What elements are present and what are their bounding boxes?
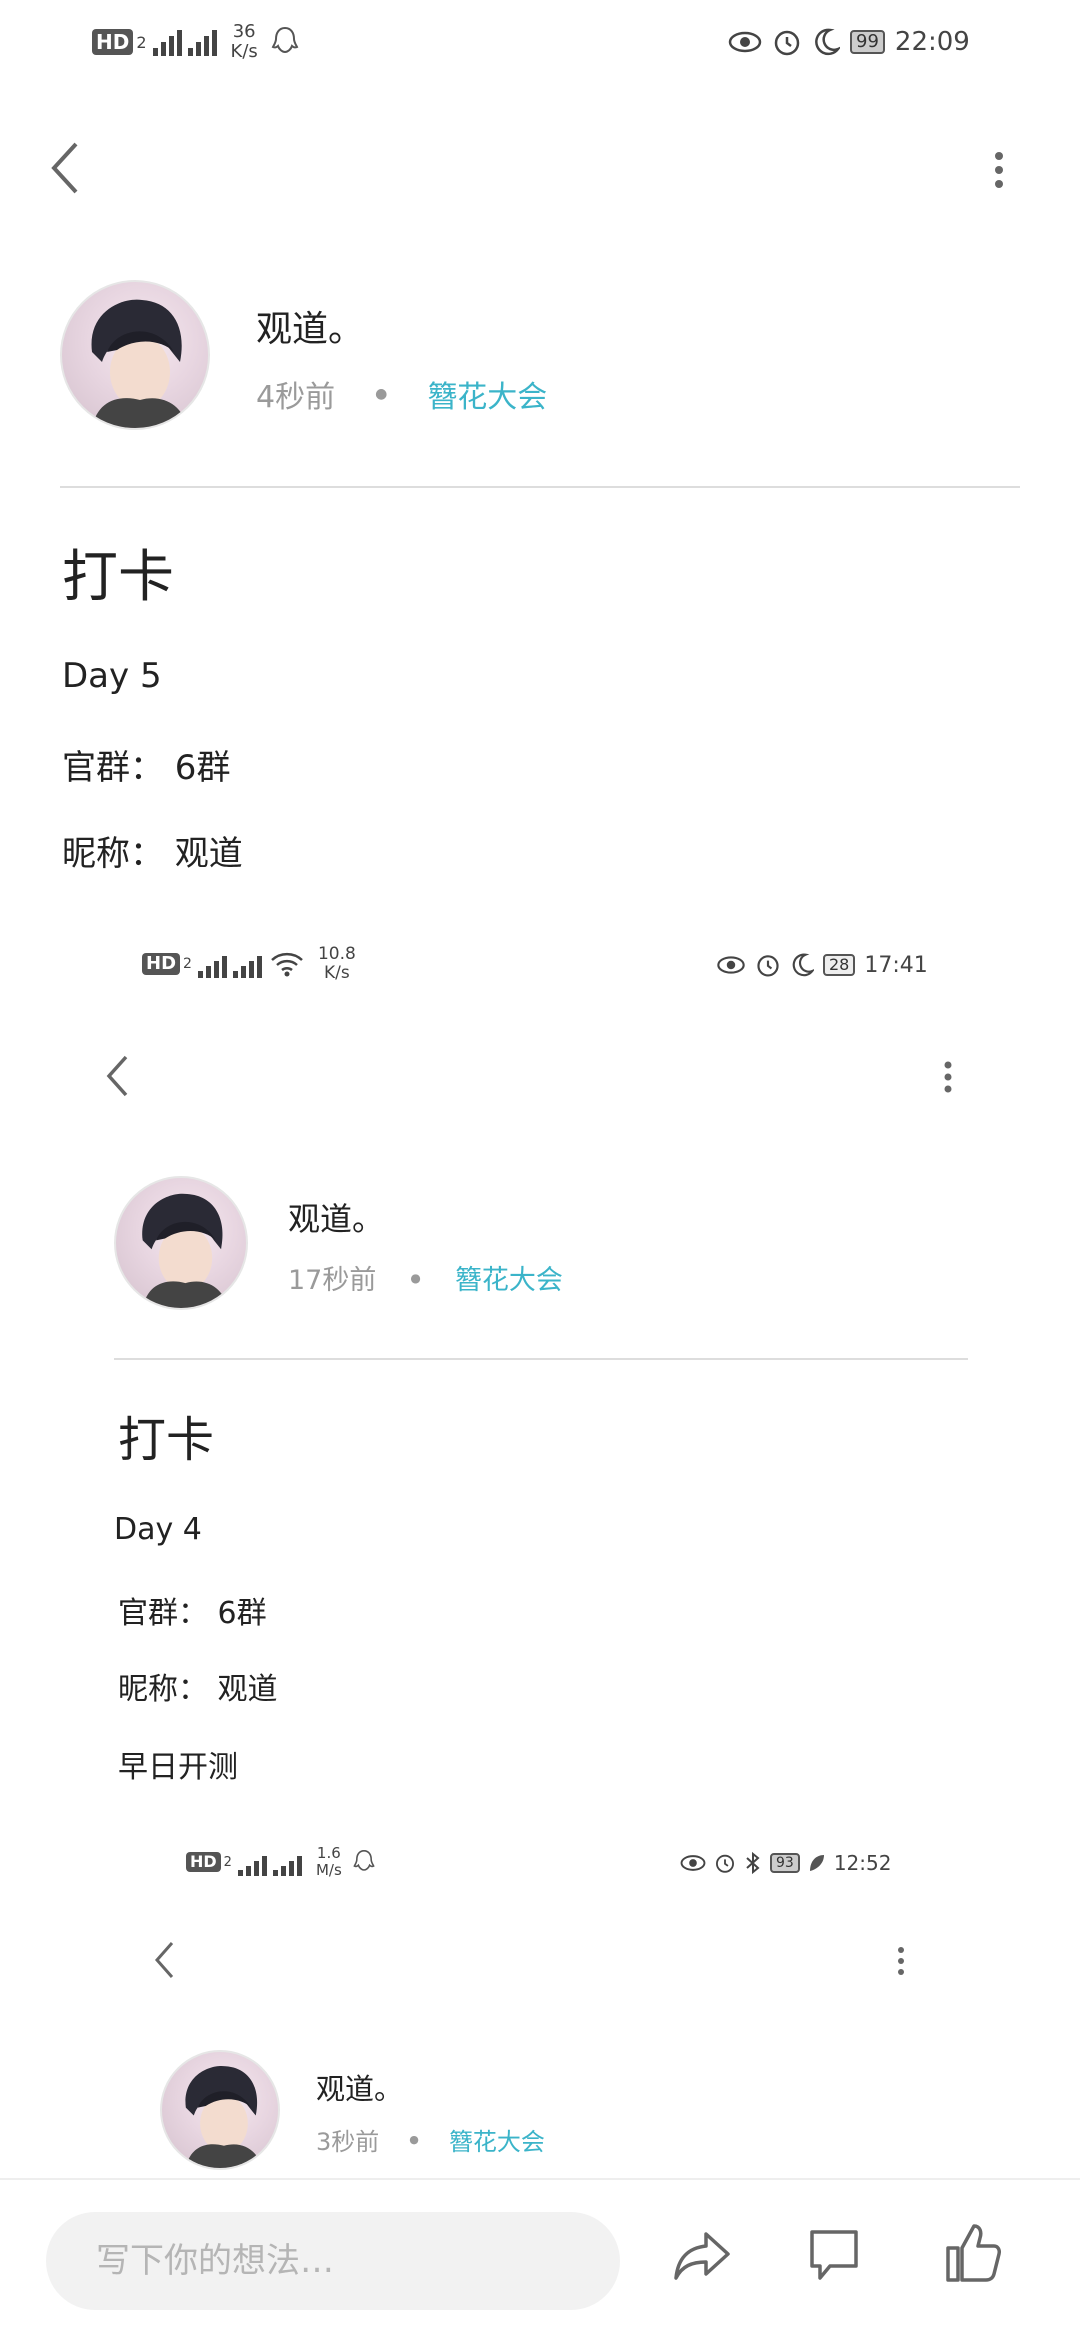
battery-icon: 99 bbox=[850, 30, 885, 54]
wifi-icon bbox=[271, 952, 303, 977]
battery-icon: 93 bbox=[770, 1853, 800, 1873]
eye-icon bbox=[680, 1855, 706, 1871]
author-name[interactable]: 观道。 bbox=[288, 1194, 384, 1240]
more-options-icon[interactable] bbox=[942, 1060, 954, 1094]
hd-badge: HD bbox=[186, 1852, 221, 1872]
moon-icon bbox=[815, 28, 840, 56]
like-icon[interactable] bbox=[944, 2222, 1002, 2284]
battery-icon: 28 bbox=[823, 954, 856, 976]
avatar[interactable] bbox=[60, 280, 210, 430]
network-speed: 36 K/s bbox=[230, 21, 258, 62]
bluetooth-icon bbox=[746, 1851, 760, 1875]
post-line-4: 早日开测 bbox=[118, 1750, 238, 1785]
hd-badge: HD bbox=[92, 29, 134, 55]
status-bar-right: 99 22:09 bbox=[728, 20, 970, 64]
more-options-icon[interactable] bbox=[992, 150, 1006, 190]
post-time: 17秒前 bbox=[288, 1265, 377, 1296]
divider bbox=[60, 486, 1020, 488]
network-speed: 1.6 M/s bbox=[315, 1844, 342, 1879]
community-link[interactable]: 簪花大会 bbox=[427, 372, 547, 416]
hd-badge: HD bbox=[142, 953, 181, 975]
post-meta: 3秒前 ● 簪花大会 bbox=[316, 2122, 545, 2157]
post-title: 打卡 bbox=[62, 545, 174, 610]
meta-dot: ● bbox=[375, 386, 388, 402]
post-meta: 4秒前 ● 簪花大会 bbox=[256, 372, 547, 416]
qq-icon bbox=[353, 1849, 375, 1871]
alarm-icon bbox=[757, 955, 779, 977]
leaf-icon bbox=[809, 1855, 824, 1871]
share-icon[interactable] bbox=[672, 2228, 732, 2284]
sim-number: 2 bbox=[136, 32, 147, 52]
signal-icon bbox=[197, 950, 227, 978]
more-options-icon[interactable] bbox=[896, 1946, 906, 1976]
network-speed: 10.8 K/s bbox=[317, 944, 356, 983]
comment-icon[interactable] bbox=[806, 2226, 862, 2286]
post-line-1: Day 5 bbox=[62, 656, 162, 696]
post-meta: 17秒前 ● 簪花大会 bbox=[288, 1258, 563, 1297]
avatar[interactable] bbox=[160, 2050, 280, 2170]
divider bbox=[114, 1358, 968, 1360]
meta-dot: ● bbox=[409, 2133, 419, 2146]
sim-number: 2 bbox=[183, 956, 192, 972]
signal-icon bbox=[232, 950, 262, 978]
back-arrow-icon[interactable] bbox=[152, 1940, 176, 1980]
embedded-status-bar-right: 93 12:52 bbox=[680, 1846, 891, 1880]
status-bar-left: HD 2 36 K/s bbox=[92, 18, 300, 66]
author-name[interactable]: 观道。 bbox=[256, 300, 364, 352]
alarm-icon bbox=[774, 30, 800, 56]
eye-icon bbox=[728, 31, 762, 53]
post-line-2: 官群： 6群 bbox=[62, 748, 231, 788]
community-link[interactable]: 簪花大会 bbox=[455, 1258, 563, 1297]
signal-icon bbox=[272, 1848, 302, 1876]
signal-icon bbox=[187, 28, 217, 56]
alarm-icon bbox=[716, 1854, 734, 1873]
qq-icon bbox=[271, 26, 299, 54]
avatar[interactable] bbox=[114, 1176, 248, 1310]
community-link[interactable]: 簪花大会 bbox=[449, 2122, 545, 2157]
clock: 17:41 bbox=[864, 952, 928, 978]
moon-icon bbox=[792, 953, 814, 977]
bottom-action-bar: 写下你的想法… bbox=[0, 2178, 1080, 2342]
post-line-3: 昵称： 观道 bbox=[118, 1672, 278, 1707]
back-arrow-icon[interactable] bbox=[104, 1054, 130, 1098]
embedded-status-bar-left: HD 2 10.8 K/s bbox=[142, 942, 356, 986]
post-title: 打卡 bbox=[118, 1412, 215, 1468]
clock: 22:09 bbox=[894, 27, 970, 57]
back-arrow-icon[interactable] bbox=[48, 140, 82, 196]
clock: 12:52 bbox=[833, 1851, 892, 1875]
eye-icon bbox=[717, 956, 745, 974]
embedded-status-bar-left: HD 2 1.6 M/s bbox=[186, 1842, 376, 1882]
post-line-3: 昵称： 观道 bbox=[62, 834, 243, 874]
post-line-1: Day 4 bbox=[114, 1512, 202, 1547]
post-time: 4秒前 bbox=[256, 380, 336, 415]
signal-icon bbox=[237, 1848, 267, 1876]
signal-icon bbox=[152, 28, 182, 56]
comment-input[interactable]: 写下你的想法… bbox=[46, 2212, 620, 2310]
meta-dot: ● bbox=[410, 1270, 421, 1285]
sim-number: 2 bbox=[223, 1854, 232, 1870]
post-time: 3秒前 bbox=[316, 2128, 380, 2156]
embedded-status-bar-right: 28 17:41 bbox=[716, 946, 928, 984]
author-name[interactable]: 观道。 bbox=[316, 2066, 403, 2108]
post-line-2: 官群： 6群 bbox=[118, 1596, 267, 1631]
